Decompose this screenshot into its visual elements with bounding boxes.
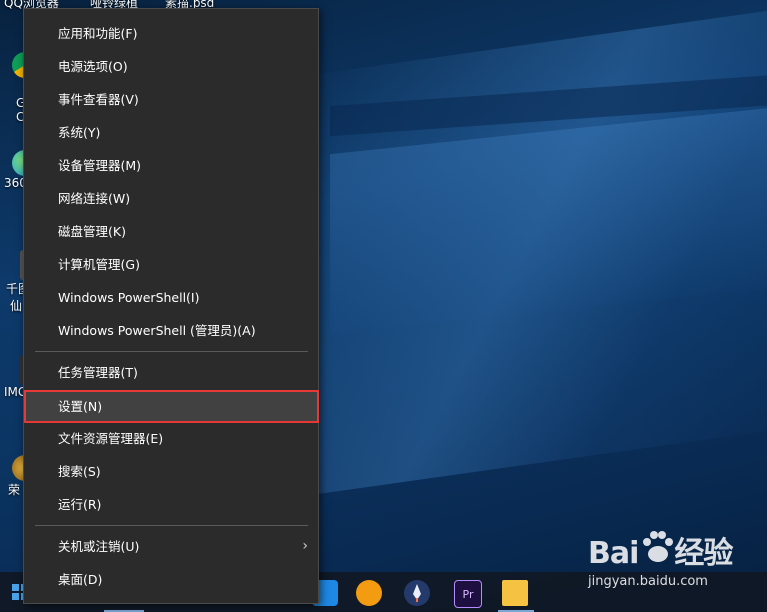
menu-separator: [35, 351, 308, 352]
menu-separator: [35, 525, 308, 526]
menu-item-device-manager[interactable]: 设备管理器(M): [24, 149, 318, 182]
menu-item-event-viewer[interactable]: 事件查看器(V): [24, 83, 318, 116]
menu-item-desktop[interactable]: 桌面(D): [24, 563, 318, 596]
winx-context-menu: 应用和功能(F) 电源选项(O) 事件查看器(V) 系统(Y) 设备管理器(M)…: [23, 8, 319, 604]
paw-icon: [643, 531, 673, 562]
menu-item-settings[interactable]: 设置(N): [24, 390, 318, 423]
menu-item-apps-features[interactable]: 应用和功能(F): [24, 17, 318, 50]
menu-item-disk-management[interactable]: 磁盘管理(K): [24, 215, 318, 248]
file-explorer-icon[interactable]: [502, 580, 528, 606]
rocket-icon[interactable]: [404, 580, 430, 606]
menu-item-file-explorer[interactable]: 文件资源管理器(E): [24, 422, 318, 455]
menu-item-network-connections[interactable]: 网络连接(W): [24, 182, 318, 215]
premiere-icon[interactable]: Pr: [454, 580, 482, 608]
menu-item-powershell-admin[interactable]: Windows PowerShell (管理员)(A): [24, 314, 318, 347]
menu-item-system[interactable]: 系统(Y): [24, 116, 318, 149]
uc-browser-icon[interactable]: [356, 580, 382, 606]
chevron-right-icon: ›: [302, 538, 308, 554]
menu-item-shutdown-label: 关机或注销(U): [58, 539, 140, 554]
watermark-url: jingyan.baidu.com: [588, 574, 708, 589]
menu-item-powershell[interactable]: Windows PowerShell(I): [24, 281, 318, 314]
menu-item-shutdown-signout[interactable]: 关机或注销(U) ›: [24, 530, 318, 563]
premiere-label: Pr: [462, 587, 474, 601]
menu-item-task-manager[interactable]: 任务管理器(T): [24, 356, 318, 389]
baidu-jingyan-watermark: Bai 经验 jingyan.baidu.com: [588, 528, 758, 598]
menu-item-computer-management[interactable]: 计算机管理(G): [24, 248, 318, 281]
menu-item-search[interactable]: 搜索(S): [24, 455, 318, 488]
menu-item-power-options[interactable]: 电源选项(O): [24, 50, 318, 83]
menu-item-run[interactable]: 运行(R): [24, 488, 318, 521]
